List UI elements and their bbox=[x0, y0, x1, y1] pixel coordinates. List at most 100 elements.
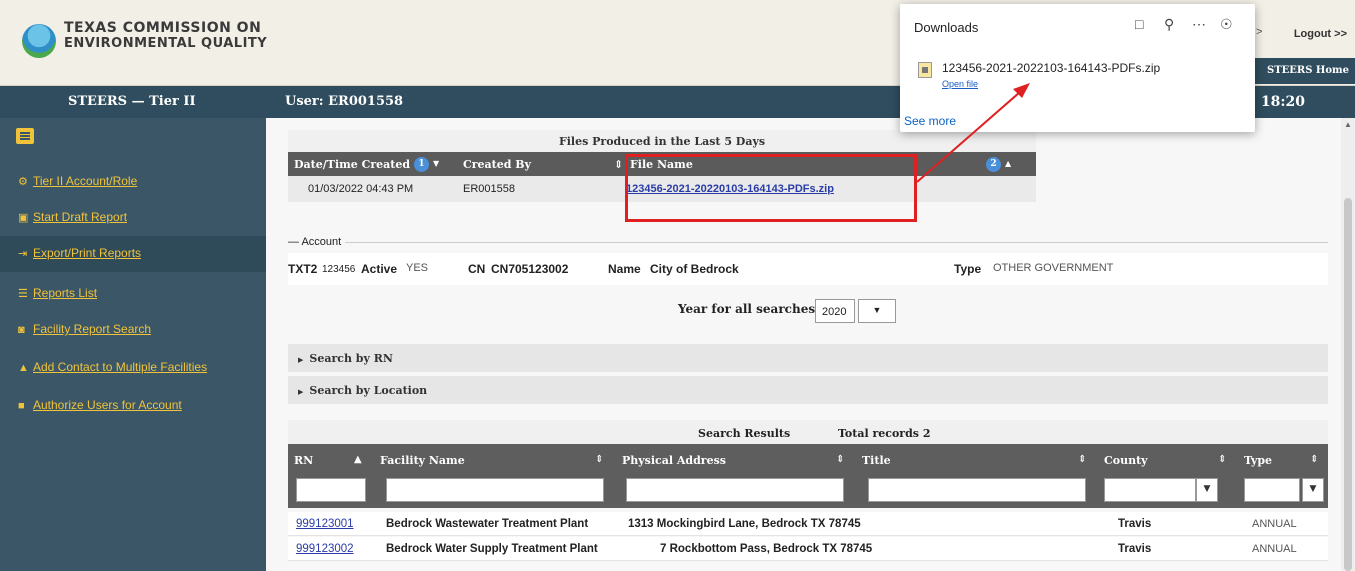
sidebar-item-export-print[interactable]: ⇥ Export/Print Reports bbox=[0, 236, 266, 272]
logout-link[interactable]: Logout >> bbox=[1294, 28, 1347, 40]
year-select[interactable]: 2020 bbox=[815, 299, 855, 323]
scroll-up-icon[interactable]: ▲ bbox=[1344, 120, 1352, 129]
sidebar-item-label: Reports List bbox=[33, 286, 98, 300]
account-id-prefix: TXT2 bbox=[288, 262, 318, 276]
sidebar: ⚙ Tier II Account/Role ▣ Start Draft Repor… bbox=[0, 118, 266, 571]
session-time: 18:20 bbox=[1260, 94, 1305, 110]
county: Travis bbox=[1118, 543, 1152, 555]
chevron-down-icon[interactable]: ▼ bbox=[1302, 478, 1324, 502]
pin-icon[interactable]: ☉ bbox=[1220, 16, 1233, 33]
address-filter-input[interactable] bbox=[626, 478, 844, 502]
col-date-created[interactable]: Date/Time Created bbox=[294, 158, 410, 171]
col-county[interactable]: County bbox=[1104, 454, 1148, 467]
org-name-line2: ENVIRONMENTAL QUALITY bbox=[64, 36, 268, 51]
org-name: TEXAS COMMISSION ON ENVIRONMENTAL QUALIT… bbox=[64, 20, 267, 52]
sort-icon[interactable]: ⇕ bbox=[614, 158, 623, 171]
more-icon[interactable]: ⋯ bbox=[1192, 16, 1206, 33]
scroll-thumb[interactable] bbox=[1344, 198, 1352, 571]
list-icon: ☰ bbox=[18, 288, 28, 300]
cn-label: CN bbox=[468, 262, 486, 276]
download-file-name[interactable]: 123456-2021-2022103-164143-PDFs.zip bbox=[942, 61, 1160, 75]
downloads-popup: Downloads □ ⚲ ⋯ ☉ 123456-2021-2022103-16… bbox=[900, 4, 1255, 132]
rn-link[interactable]: 999123002 bbox=[296, 543, 354, 555]
sidebar-item-authorize-users[interactable]: ■ Authorize Users for Account bbox=[0, 388, 266, 424]
table-row: 999123001 Bedrock Wastewater Treatment P… bbox=[288, 512, 1328, 536]
year-label: Year for all searches bbox=[678, 302, 816, 316]
account-legend[interactable]: — Account bbox=[288, 236, 346, 248]
sidebar-item-facility-search[interactable]: ◙ Facility Report Search bbox=[0, 312, 266, 348]
org-name-line1: TEXAS COMMISSION ON bbox=[64, 20, 262, 36]
card-icon: ▣ bbox=[18, 212, 29, 224]
table-row: 999123002 Bedrock Water Supply Treatment… bbox=[288, 537, 1328, 561]
sidebar-item-start-draft[interactable]: ▣ Start Draft Report bbox=[0, 200, 266, 236]
sort-desc-icon[interactable]: ▼ bbox=[433, 158, 439, 168]
rn-link[interactable]: 999123001 bbox=[296, 518, 354, 530]
sidebar-item-reports-list[interactable]: ☰ Reports List bbox=[0, 276, 266, 312]
see-more-link[interactable]: See more bbox=[904, 114, 956, 128]
sidebar-item-label: Add Contact to Multiple Facilities bbox=[33, 360, 208, 374]
export-icon: ⇥ bbox=[18, 248, 28, 260]
title-filter-input[interactable] bbox=[868, 478, 1086, 502]
col-title[interactable]: Title bbox=[862, 454, 891, 467]
chevron-down-icon[interactable]: ▼ bbox=[858, 299, 896, 323]
header-chevron: > bbox=[1256, 26, 1263, 38]
col-created-by[interactable]: Created By bbox=[463, 158, 531, 171]
rn-filter-input[interactable] bbox=[296, 478, 366, 502]
col-physical-address[interactable]: Physical Address bbox=[622, 454, 726, 467]
zip-file-icon bbox=[918, 62, 932, 78]
results-total: Total records 2 bbox=[838, 427, 931, 440]
col-type[interactable]: Type bbox=[1244, 454, 1272, 467]
file-date: 01/03/2022 04:43 PM bbox=[308, 183, 414, 195]
county-filter-select[interactable] bbox=[1104, 478, 1196, 502]
sort-icon[interactable]: ⇕ bbox=[595, 454, 603, 465]
app-title: STEERS — Tier II bbox=[68, 94, 196, 109]
search-by-rn-label: Search by RN bbox=[309, 352, 393, 365]
type-filter-select[interactable] bbox=[1244, 478, 1300, 502]
sidebar-item-add-contact[interactable]: ▲ Add Contact to Multiple Facilities bbox=[0, 350, 266, 386]
search-by-location-toggle[interactable]: ▶ Search by Location bbox=[288, 376, 1328, 404]
search-by-rn-toggle[interactable]: ▶ Search by RN bbox=[288, 344, 1328, 372]
sidebar-item-label: Facility Report Search bbox=[33, 322, 152, 336]
name-label: Name bbox=[608, 262, 641, 276]
highlight-box bbox=[625, 154, 917, 222]
lock-icon: ■ bbox=[18, 400, 25, 412]
results-header: RN ▲ Facility Name ⇕ Physical Address ⇕ … bbox=[288, 444, 1328, 508]
sort-icon[interactable]: ⇕ bbox=[1310, 454, 1318, 465]
downloads-title: Downloads bbox=[914, 20, 979, 35]
expand-icon: ▶ bbox=[298, 355, 304, 364]
folder-icon[interactable]: □ bbox=[1135, 16, 1143, 32]
sidebar-item-label: Start Draft Report bbox=[33, 210, 128, 224]
type-value: OTHER GOVERNMENT bbox=[993, 262, 1114, 274]
col-rn[interactable]: RN bbox=[294, 454, 313, 467]
sort-asc-icon[interactable]: ▲ bbox=[1005, 158, 1011, 168]
files-title: Files Produced in the Last 5 Days bbox=[288, 130, 1036, 152]
county: Travis bbox=[1118, 518, 1152, 530]
steers-home-link[interactable]: STEERS Home bbox=[1251, 58, 1355, 84]
file-created-by: ER001558 bbox=[463, 183, 515, 195]
menu-toggle-icon[interactable] bbox=[16, 128, 34, 144]
facility-name: Bedrock Water Supply Treatment Plant bbox=[386, 543, 598, 555]
sort-asc-icon[interactable]: ▲ bbox=[354, 454, 362, 465]
main-scrollbar[interactable]: ▲ bbox=[1341, 118, 1355, 571]
sort-icon[interactable]: ⇕ bbox=[1218, 454, 1226, 465]
open-file-link[interactable]: Open file bbox=[942, 79, 978, 89]
account-id-number: 123456 bbox=[322, 264, 356, 275]
sort-badge: 1 bbox=[414, 156, 429, 172]
sort-icon[interactable]: ⇕ bbox=[1078, 454, 1086, 465]
facility-filter-input[interactable] bbox=[386, 478, 604, 502]
sidebar-item-label: Export/Print Reports bbox=[33, 246, 142, 260]
sort-icon[interactable]: ⇕ bbox=[836, 454, 844, 465]
search-results: Search Results Total records 2 RN ▲ Faci… bbox=[266, 420, 1328, 571]
physical-address: 1313 Mockingbird Lane, Bedrock TX 78745 bbox=[628, 518, 861, 530]
chevron-down-icon[interactable]: ▼ bbox=[1196, 478, 1218, 502]
expand-icon: ▶ bbox=[298, 387, 304, 396]
name-value: City of Bedrock bbox=[650, 262, 739, 276]
col-facility-name[interactable]: Facility Name bbox=[380, 454, 465, 467]
physical-address: 7 Rockbottom Pass, Bedrock TX 78745 bbox=[660, 543, 873, 555]
report-type: ANNUAL bbox=[1252, 518, 1297, 530]
binoculars-icon: ◙ bbox=[18, 324, 25, 336]
sidebar-item-tier2-account[interactable]: ⚙ Tier II Account/Role bbox=[0, 164, 266, 200]
active-label: Active bbox=[361, 262, 398, 276]
gear-icon: ⚙ bbox=[18, 176, 28, 188]
search-icon[interactable]: ⚲ bbox=[1164, 16, 1174, 33]
